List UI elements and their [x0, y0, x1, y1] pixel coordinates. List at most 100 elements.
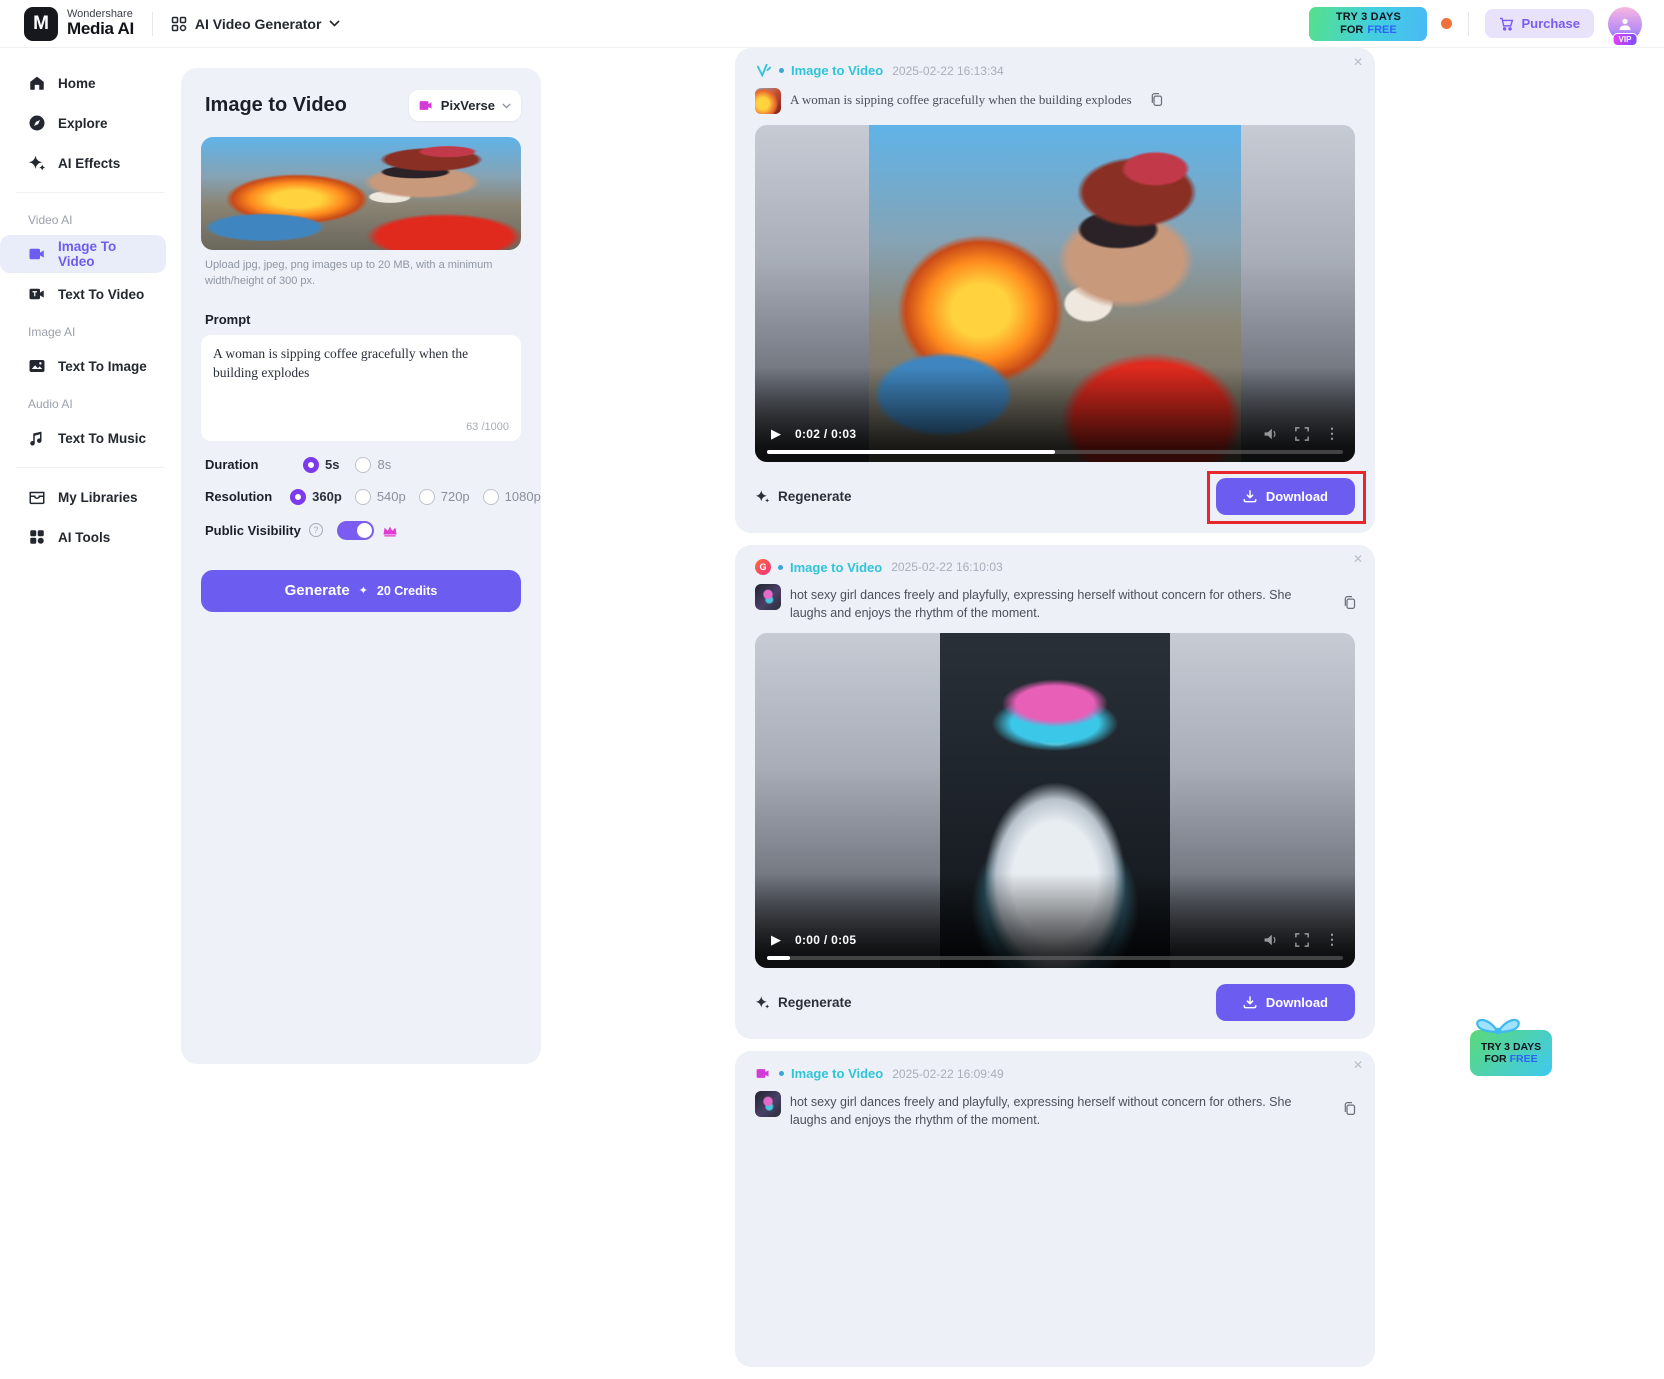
video-player[interactable]: ▶ 0:02 / 0:03 ⋮ — [755, 125, 1355, 462]
duration-option-8s[interactable]: 8s — [355, 457, 391, 473]
provider-logo-icon — [755, 1065, 772, 1082]
download-button[interactable]: Download — [1216, 984, 1355, 1021]
radio-label: 5s — [325, 457, 339, 472]
wondershare-logo-icon: M — [24, 7, 58, 41]
provider-logo-icon: G — [755, 559, 771, 575]
resolution-option-720p[interactable]: 720p — [419, 489, 470, 505]
sidebar-item-label: Text To Video — [58, 287, 144, 302]
resolution-option-540p[interactable]: 540p — [355, 489, 406, 505]
duration-option-5s[interactable]: 5s — [303, 457, 339, 473]
prompt-input[interactable]: A woman is sipping coffee gracefully whe… — [213, 345, 509, 417]
radio-icon — [355, 489, 371, 505]
download-label: Download — [1266, 489, 1328, 504]
user-avatar[interactable]: VIP — [1608, 7, 1642, 41]
result-prompt-text: A woman is sipping coffee gracefully whe… — [790, 88, 1132, 109]
play-icon[interactable]: ▶ — [771, 426, 781, 442]
download-label: Download — [1266, 995, 1328, 1010]
play-icon[interactable]: ▶ — [771, 932, 781, 948]
more-options-icon[interactable]: ⋮ — [1325, 425, 1339, 442]
close-icon[interactable]: ✕ — [1353, 1058, 1363, 1072]
generate-label: Generate — [285, 582, 350, 599]
sidebar-item-home[interactable]: Home — [0, 64, 166, 102]
sidebar-divider — [16, 192, 164, 193]
video-time: 0:00 / 0:05 — [795, 933, 856, 947]
video-player[interactable]: ▶ 0:00 / 0:05 ⋮ — [755, 633, 1355, 968]
result-prompt-text: hot sexy girl dances freely and playfull… — [790, 584, 1329, 622]
resolution-label: Resolution — [205, 489, 272, 504]
brand-logo[interactable]: M Wondershare Media AI — [24, 7, 134, 41]
regenerate-button[interactable]: Regenerate — [755, 995, 852, 1010]
sidebar-item-ai-tools[interactable]: AI Tools — [0, 518, 166, 556]
text-to-image-icon — [28, 357, 46, 375]
public-visibility-toggle[interactable] — [337, 521, 374, 540]
trial-promo-banner[interactable]: TRY 3 DAYS FORFREE — [1309, 7, 1427, 41]
video-progress-fill — [767, 956, 790, 960]
close-icon[interactable]: ✕ — [1353, 55, 1363, 69]
sidebar-item-explore[interactable]: Explore — [0, 104, 166, 142]
sidebar-item-label: Text To Music — [58, 431, 146, 446]
duration-label: Duration — [205, 457, 285, 472]
video-progress-fill — [767, 450, 1055, 454]
purchase-label: Purchase — [1521, 16, 1580, 31]
copy-icon[interactable] — [1342, 591, 1357, 610]
download-button[interactable]: Download — [1216, 478, 1355, 515]
radio-label: 1080p — [505, 489, 541, 504]
sidebar-section-image-ai: Image AI — [0, 315, 180, 345]
notification-dot[interactable] — [1441, 18, 1452, 29]
fullscreen-icon[interactable] — [1295, 933, 1309, 947]
source-image-thumbnail[interactable] — [755, 584, 781, 610]
page-title: Image to Video — [205, 94, 347, 117]
result-type-label: Image to Video — [791, 63, 883, 78]
image-upload-preview[interactable] — [201, 137, 521, 250]
sidebar-item-image-to-video[interactable]: Image To Video — [0, 235, 166, 273]
sidebar-item-text-to-image[interactable]: Text To Image — [0, 347, 166, 385]
brand-line-bottom: Media AI — [67, 20, 134, 38]
fullscreen-icon[interactable] — [1295, 427, 1309, 441]
app-selector-dropdown[interactable]: AI Video Generator — [171, 16, 341, 32]
sidebar: Home Explore AI Effects Video AI Image T… — [0, 48, 180, 1146]
sidebar-item-my-libraries[interactable]: My Libraries — [0, 478, 166, 516]
image-to-video-panel: Image to Video PixVerse Upload jpg, jpeg… — [181, 68, 541, 1064]
volume-icon[interactable] — [1263, 427, 1279, 441]
credits-label: 20 Credits — [377, 584, 437, 598]
sidebar-item-ai-effects[interactable]: AI Effects — [0, 144, 166, 182]
volume-icon[interactable] — [1263, 933, 1279, 947]
result-card: ✕ G Image to Video 2025-02-22 16:10:03 h… — [735, 545, 1375, 1039]
help-icon[interactable]: ? — [309, 523, 323, 537]
sidebar-item-label: AI Tools — [58, 530, 110, 545]
generate-button[interactable]: Generate ✦ 20 Credits — [201, 570, 521, 612]
source-image-thumbnail[interactable] — [755, 88, 781, 114]
model-selector-button[interactable]: PixVerse — [409, 90, 521, 121]
radio-label: 540p — [377, 489, 406, 504]
sidebar-section-video-ai: Video AI — [0, 203, 180, 233]
sidebar-item-label: Home — [58, 76, 96, 91]
result-timestamp: 2025-02-22 16:09:49 — [892, 1067, 1003, 1081]
video-progress-bar[interactable] — [767, 450, 1343, 454]
radio-selected-icon — [290, 489, 306, 505]
close-icon[interactable]: ✕ — [1353, 552, 1363, 566]
prompt-box: A woman is sipping coffee gracefully whe… — [201, 335, 521, 441]
text-to-video-icon — [28, 285, 46, 303]
sidebar-item-label: Explore — [58, 116, 108, 131]
floating-trial-gift[interactable]: TRY 3 DAYS FORFREE — [1470, 1012, 1552, 1076]
sidebar-item-text-to-video[interactable]: Text To Video — [0, 275, 166, 313]
pixverse-icon — [419, 99, 434, 112]
sidebar-item-text-to-music[interactable]: Text To Music — [0, 419, 166, 457]
regenerate-sparkle-icon — [755, 489, 770, 504]
prompt-label: Prompt — [205, 312, 517, 327]
copy-icon[interactable] — [1342, 1097, 1357, 1116]
uploaded-image — [201, 137, 521, 250]
resolution-option-360p[interactable]: 360p — [290, 489, 342, 505]
app-selector-label: AI Video Generator — [195, 16, 322, 32]
download-icon — [1243, 995, 1257, 1009]
sidebar-item-label: Image To Video — [58, 239, 152, 269]
regenerate-button[interactable]: Regenerate — [755, 489, 852, 504]
more-options-icon[interactable]: ⋮ — [1325, 931, 1339, 948]
result-card: ✕ Image to Video 2025-02-22 16:09:49 hot… — [735, 1051, 1375, 1367]
video-progress-bar[interactable] — [767, 956, 1343, 960]
source-image-thumbnail[interactable] — [755, 1091, 781, 1117]
copy-icon[interactable] — [1149, 88, 1165, 107]
purchase-button[interactable]: Purchase — [1485, 9, 1594, 38]
sidebar-item-label: My Libraries — [58, 490, 138, 505]
resolution-option-1080p[interactable]: 1080p — [483, 489, 541, 505]
